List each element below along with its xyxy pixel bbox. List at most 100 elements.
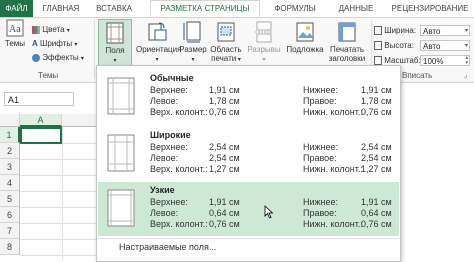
row-header-5[interactable]: 5 <box>0 191 20 207</box>
margins-option-wide[interactable]: Широкие Верхнее: 2,54 см Левое: 2,54 см … <box>98 127 399 181</box>
height-icon <box>374 41 382 51</box>
option-label: Верх. колонт.: <box>150 219 208 229</box>
option-label: Левое: <box>150 208 179 218</box>
option-value: 0,76 см <box>209 107 240 117</box>
row-header-1[interactable]: 1 <box>0 127 20 143</box>
fonts-button[interactable]: A Шрифты ▾ <box>32 38 77 51</box>
themes-button[interactable]: Aa Темы <box>2 19 28 48</box>
row-header-8[interactable]: 8 <box>0 239 20 255</box>
colors-button[interactable]: Цвета ▾ <box>32 24 70 37</box>
tab-home[interactable]: ГЛАВНАЯ <box>36 0 86 17</box>
custom-margins-item[interactable]: Настраиваемые поля... <box>119 242 216 252</box>
option-value: 0,64 см <box>361 208 392 218</box>
effects-icon <box>32 53 40 62</box>
size-button[interactable]: Размер ▾ <box>178 19 208 65</box>
svg-text:Aa: Aa <box>9 24 21 35</box>
mouse-cursor-icon <box>264 205 274 221</box>
background-button[interactable]: Подложка <box>286 19 324 54</box>
print-area-label-2: печати <box>211 54 237 63</box>
option-label: Верхнее: <box>150 85 188 95</box>
fonts-label: Шрифты <box>40 39 73 48</box>
option-label: Нижн. колонт.: <box>303 219 363 229</box>
tab-file[interactable]: ФАЙЛ <box>0 0 33 17</box>
orientation-label: Ориентация <box>136 45 182 54</box>
row-header-3[interactable]: 3 <box>0 159 20 175</box>
ribbon-tab-bar: ФАЙЛ ГЛАВНАЯ ВСТАВКА РАЗМЕТКА СТРАНИЦЫ Ф… <box>0 0 474 18</box>
option-value: 1,27 см <box>209 164 240 174</box>
option-label: Нижнее: <box>303 142 339 152</box>
width-value: Авто <box>423 27 441 36</box>
option-value: 1,27 см <box>361 164 392 174</box>
colors-label: Цвета <box>42 25 65 34</box>
effects-button[interactable]: Эффекты ▾ <box>32 52 84 65</box>
row-header-4[interactable]: 4 <box>0 175 20 191</box>
option-value: 2,54 см <box>209 153 240 163</box>
active-cell-a1[interactable] <box>20 127 62 144</box>
grid-line <box>20 175 100 176</box>
menu-divider <box>98 238 399 239</box>
fit-group-caption: Вписать <box>402 71 433 80</box>
option-value: 0,76 см <box>209 219 240 229</box>
tab-review[interactable]: РЕЦЕНЗИРОВАНИЕ <box>386 0 474 17</box>
fonts-icon: A <box>32 39 38 48</box>
print-titles-button[interactable]: Печатать заголовки <box>326 19 368 63</box>
margins-option-narrow[interactable]: Узкие Верхнее: 1,91 см Левое: 0,64 см Ве… <box>98 182 399 236</box>
background-label: Подложка <box>286 45 324 54</box>
option-label: Правое: <box>303 96 337 106</box>
dialog-launcher-icon[interactable]: ⌟ <box>464 71 467 79</box>
print-area-label: Область <box>210 45 242 54</box>
margins-button[interactable]: Поля ▾ <box>98 19 132 67</box>
grid-line <box>20 223 100 224</box>
tab-data[interactable]: ДАННЫЕ <box>330 0 382 17</box>
size-label: Размер <box>179 45 207 54</box>
orientation-button[interactable]: Ориентация ▾ <box>136 19 182 65</box>
name-box[interactable]: A1 <box>4 92 74 106</box>
option-value: 0,76 см <box>361 219 392 229</box>
name-box-value: A1 <box>8 95 20 105</box>
width-combo[interactable]: Авто ▾ <box>420 25 470 36</box>
tab-page-layout[interactable]: РАЗМЕТКА СТРАНИЦЫ <box>150 0 260 17</box>
tab-formulas[interactable]: ФОРМУЛЫ <box>266 0 324 17</box>
row-header-6[interactable]: 6 <box>0 207 20 223</box>
row-header-7[interactable]: 7 <box>0 223 20 239</box>
option-value: 1,91 см <box>209 197 240 207</box>
scale-spinner[interactable]: 100% ▴ ▾ <box>420 55 470 66</box>
grid-line <box>20 207 100 208</box>
colors-icon <box>32 25 40 34</box>
column-header-a[interactable]: A <box>20 114 62 127</box>
height-label: Высота: <box>384 41 414 50</box>
row-header-2[interactable]: 2 <box>0 143 20 159</box>
print-area-icon <box>216 21 236 43</box>
print-titles-icon <box>337 21 357 43</box>
page-wide-icon <box>107 134 135 172</box>
select-all-corner[interactable] <box>0 114 20 127</box>
tab-insert[interactable]: ВСТАВКА <box>89 0 139 17</box>
option-label: Верхнее: <box>150 142 188 152</box>
margins-option-normal[interactable]: Обычные Верхнее: 1,91 см Левое: 1,78 см … <box>98 70 399 124</box>
width-label-wrap: Ширина: <box>374 25 416 36</box>
themes-label: Темы <box>4 39 26 48</box>
option-label: Нижн. колонт.: <box>303 107 363 117</box>
option-value: 0,64 см <box>209 208 240 218</box>
option-label: Нижнее: <box>303 85 339 95</box>
page-normal-icon <box>107 77 135 115</box>
option-label: Верх. колонт.: <box>150 107 208 117</box>
grid-line <box>20 191 100 192</box>
option-value: 0,76 см <box>361 107 392 117</box>
height-value: Авто <box>423 42 441 51</box>
group-divider <box>94 20 95 78</box>
print-area-button[interactable]: Область печати ▾ <box>208 19 244 65</box>
option-name: Узкие <box>150 185 175 195</box>
option-value: 2,54 см <box>209 142 240 152</box>
background-icon <box>295 21 315 43</box>
height-combo[interactable]: Авто ▾ <box>420 40 470 51</box>
width-icon <box>374 26 382 36</box>
option-name: Широкие <box>150 130 191 140</box>
breaks-button[interactable]: Разрывы ▾ <box>246 19 282 65</box>
page-narrow-icon <box>107 189 135 227</box>
margins-dropdown: Обычные Верхнее: 1,91 см Левое: 1,78 см … <box>96 65 401 262</box>
option-label: Правое: <box>303 208 337 218</box>
option-label: Верх. колонт.: <box>150 164 208 174</box>
orientation-icon <box>147 21 167 43</box>
margins-icon <box>105 22 125 44</box>
